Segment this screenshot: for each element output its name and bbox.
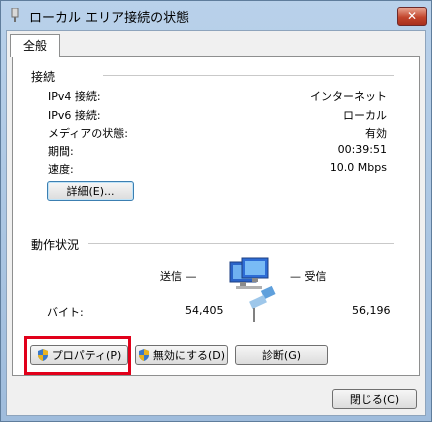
bytes-label: バイト: [47,306,84,319]
sent-bytes-value: 54,405 [185,304,224,317]
properties-button-label: プロパティ(P) [51,349,122,362]
tab-general[interactable]: 全般 [10,34,60,57]
activity-section-label: 動作状況 [31,238,80,252]
uac-shield-icon [37,349,48,361]
network-activity-icon [229,257,276,322]
activity-section-rule [88,243,394,244]
ipv4-label: IPv4 接続: [48,90,101,103]
received-label: — 受信 [290,270,327,283]
properties-button[interactable]: プロパティ(P) [30,345,128,365]
window-title: ローカル エリア接続の状態 [29,11,190,26]
details-button-label: 詳細(E)... [66,185,115,198]
uac-shield-icon [138,349,149,361]
duration-label: 期間: [48,145,74,158]
duration-value: 00:39:51 [337,143,387,156]
connection-section-label: 接続 [31,70,56,84]
received-bytes-value: 56,196 [352,304,391,317]
close-icon: ✕ [406,9,418,23]
details-button[interactable]: 詳細(E)... [47,181,134,201]
speed-label: 速度: [48,163,74,176]
sent-label: 送信 — [160,270,197,283]
title-bar[interactable]: ローカル エリア接続の状態 ✕ [1,1,431,29]
connection-section-rule [103,75,394,76]
close-window-button[interactable]: ✕ [397,7,427,26]
ipv6-label: IPv6 接続: [48,109,101,122]
disable-button-label: 無効にする(D) [152,349,226,362]
tab-general-label: 全般 [22,39,47,53]
diagnose-button-label: 診断(G) [261,349,302,362]
media-state-value: 有効 [365,127,387,140]
diagnose-button[interactable]: 診断(G) [235,345,328,365]
media-state-label: メディアの状態: [48,127,128,140]
speed-value: 10.0 Mbps [329,161,387,174]
network-connection-icon [11,8,19,22]
ipv4-value: インターネット [310,90,387,103]
tab-panel-general [12,56,420,376]
disable-button[interactable]: 無効にする(D) [135,345,228,365]
close-button-label: 閉じる(C) [349,393,400,406]
close-button[interactable]: 閉じる(C) [332,389,417,409]
ipv6-value: ローカル [343,109,387,122]
